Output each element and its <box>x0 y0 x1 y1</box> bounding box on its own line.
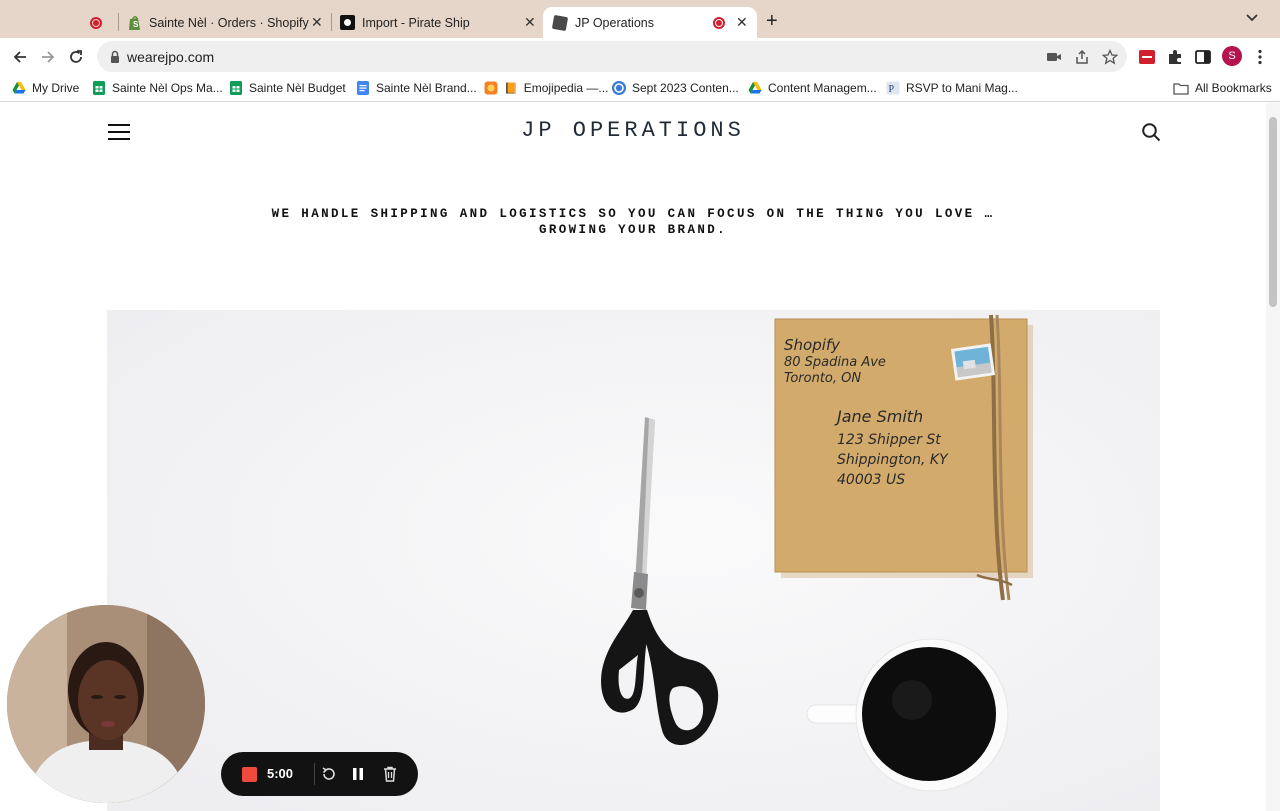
canva-icon <box>612 81 626 95</box>
tab-title: JP Operations <box>575 15 654 30</box>
tab-separator <box>118 13 119 31</box>
recording-dot-icon <box>713 16 725 29</box>
search-icon[interactable] <box>1141 122 1161 142</box>
folder-icon <box>1173 82 1189 95</box>
url-text[interactable]: wearejpo.com <box>127 49 214 65</box>
emojipedia-icon <box>484 81 498 95</box>
bookmark-content-sept[interactable]: Sept 2023 Conten... <box>612 79 739 97</box>
paperless-post-icon: P <box>886 81 900 95</box>
forward-button[interactable] <box>36 45 60 69</box>
browser-toolbar: wearejpo.com <box>0 38 1280 75</box>
bookmark-label: Sainte Nèl Budget <box>249 81 346 95</box>
new-tab-button[interactable]: + <box>766 11 778 31</box>
book-icon: 📙 <box>504 82 518 95</box>
bookmark-ops-manual[interactable]: Sainte Nèl Ops Ma... <box>92 79 223 97</box>
label-from-line1: 80 Spadina Ave <box>784 355 886 370</box>
arrow-right-icon <box>42 51 55 63</box>
bookmark-label: Sainte Nèl Brand... <box>376 81 477 95</box>
shopify-icon: S <box>129 15 140 30</box>
bookmark-content-management[interactable]: Content Managem... <box>748 79 877 97</box>
all-bookmarks[interactable]: All Bookmarks <box>1173 79 1272 97</box>
label-to-line2: Shippington, KY <box>837 452 949 468</box>
tab-title: Sainte Nèl · Orders · Shopify <box>149 15 309 30</box>
label-from-line2: Toronto, ON <box>784 371 861 386</box>
bookmark-label: My Drive <box>32 81 80 95</box>
label-to-line1: 123 Shipper St <box>837 432 941 448</box>
more-menu-icon[interactable] <box>1251 48 1269 66</box>
label-from-name: Shopify <box>784 336 841 354</box>
google-sheets-icon <box>230 81 242 95</box>
close-tab-icon[interactable]: ✕ <box>736 14 748 31</box>
tab-pirate-ship[interactable]: Import - Pirate Ship ✕ <box>340 7 540 38</box>
trash-icon[interactable] <box>381 765 399 783</box>
profile-avatar[interactable]: S <box>1222 46 1242 66</box>
recording-dot-icon <box>90 16 102 29</box>
address-bar[interactable]: wearejpo.com <box>97 41 1127 72</box>
page-scrollbar[interactable] <box>1266 103 1280 811</box>
puzzle-icon[interactable] <box>1166 48 1184 66</box>
tab-shopify-orders[interactable]: S Sainte Nèl · Orders · Shopify ✕ <box>128 7 328 38</box>
bookmark-my-drive[interactable]: My Drive <box>12 79 79 97</box>
svg-text:S: S <box>133 20 139 29</box>
tab-separator <box>331 13 332 31</box>
stop-recording-button[interactable] <box>242 767 257 782</box>
tab-strip: S Sainte Nèl · Orders · Shopify ✕ Import… <box>0 0 1280 38</box>
bookmark-label: RSVP to Mani Mag... <box>906 81 1018 95</box>
divider <box>314 763 315 785</box>
side-panel-icon[interactable] <box>1194 48 1212 66</box>
google-drive-icon <box>748 82 762 94</box>
tab-title: Import - Pirate Ship <box>362 15 470 30</box>
tab-jp-operations[interactable]: JP Operations ✕ <box>543 7 757 38</box>
restart-icon[interactable] <box>320 765 338 783</box>
extension-red-icon[interactable] <box>1138 48 1156 66</box>
bookmark-label: Sainte Nèl Ops Ma... <box>112 81 223 95</box>
recording-timer: 5:00 <box>267 766 294 781</box>
arrow-left-icon <box>13 51 26 63</box>
jp-operations-icon <box>551 14 569 31</box>
close-tab-icon[interactable]: ✕ <box>524 14 536 31</box>
label-to-line3: 40003 US <box>837 472 905 488</box>
package-image: Shopify 80 Spadina Ave Toronto, ON Jane … <box>774 314 1033 601</box>
close-tab-icon[interactable]: ✕ <box>311 14 323 31</box>
bookmark-budget[interactable]: Sainte Nèl Budget <box>229 79 346 97</box>
bookmarks-bar: My Drive Sainte Nèl Ops Ma... Sainte Nèl… <box>0 75 1280 102</box>
hero-image: Shopify 80 Spadina Ave Toronto, ON Jane … <box>107 310 1160 811</box>
reload-icon <box>70 50 82 63</box>
google-sheets-icon <box>93 81 105 95</box>
pirate-ship-icon <box>340 15 355 30</box>
svg-text:P: P <box>889 84 895 95</box>
share-icon[interactable] <box>1074 49 1090 65</box>
site-logo[interactable]: JP OPERATIONS <box>0 118 1266 143</box>
back-button[interactable] <box>8 45 32 69</box>
lock-icon[interactable] <box>107 49 123 65</box>
bookmark-label: All Bookmarks <box>1195 81 1272 95</box>
pause-icon[interactable] <box>349 765 367 783</box>
bookmark-brand[interactable]: Sainte Nèl Brand... <box>356 79 477 97</box>
camera-icon[interactable] <box>1046 49 1062 65</box>
label-to-name: Jane Smith <box>834 407 923 426</box>
reload-button[interactable] <box>64 45 88 69</box>
star-icon[interactable] <box>1102 49 1118 65</box>
tagline: WE HANDLE SHIPPING AND LOGISTICS SO YOU … <box>271 207 995 237</box>
tab-recording[interactable] <box>90 7 112 38</box>
webcam-bubble[interactable] <box>7 605 205 803</box>
chevron-down-icon[interactable] <box>1245 13 1259 23</box>
bookmark-emojipedia[interactable]: 📙 Emojipedia —... <box>484 79 608 97</box>
bookmark-label: Sept 2023 Conten... <box>632 81 739 95</box>
google-drive-icon <box>12 82 26 94</box>
recording-controls: 5:00 <box>221 752 418 796</box>
scrollbar-thumb[interactable] <box>1269 117 1277 307</box>
bookmark-rsvp[interactable]: P RSVP to Mani Mag... <box>886 79 1018 97</box>
bookmark-label: Emojipedia —... <box>523 81 609 95</box>
google-docs-icon <box>357 81 369 95</box>
bookmark-label: Content Managem... <box>768 81 877 95</box>
